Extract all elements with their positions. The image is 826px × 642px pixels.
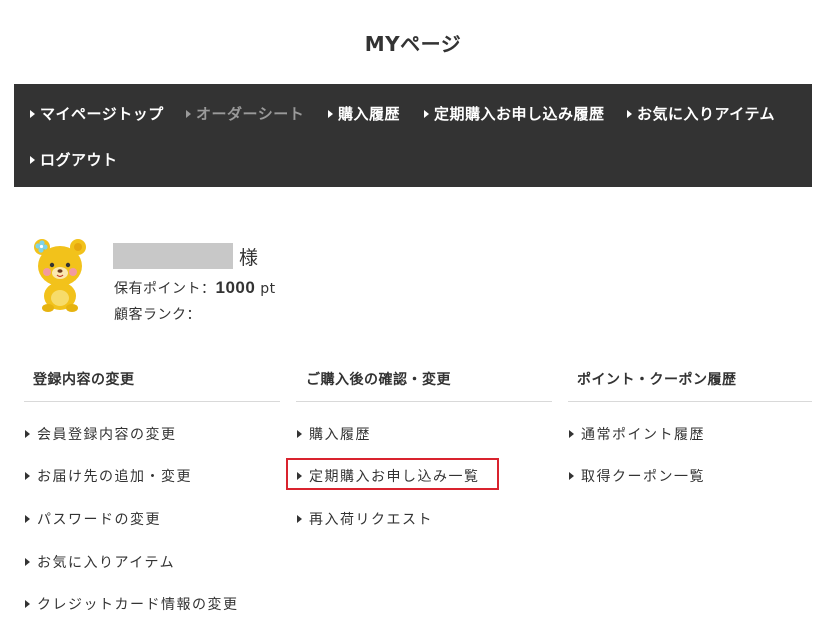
points-unit: pt xyxy=(260,281,276,297)
link-password-change[interactable]: パスワードの変更 xyxy=(25,509,161,529)
nav-subscription-history[interactable]: 定期購入お申し込み履歴 xyxy=(424,103,605,124)
customer-name-redacted xyxy=(113,243,233,269)
nav-order-sheet[interactable]: オーダーシート xyxy=(186,103,304,124)
link-favorite-items[interactable]: お気に入りアイテム xyxy=(25,552,175,572)
nav-label: マイページトップ xyxy=(40,105,164,123)
name-honorific: 様 xyxy=(239,247,259,269)
link-delivery-address[interactable]: お届け先の追加・変更 xyxy=(25,466,192,486)
link-coupon-list[interactable]: 取得クーポン一覧 xyxy=(569,466,705,486)
link-label: クレジットカード情報の変更 xyxy=(37,597,239,613)
nav-label: オーダーシート xyxy=(196,105,305,123)
divider xyxy=(24,401,280,402)
link-label: 購入履歴 xyxy=(309,427,371,443)
triangle-right-icon xyxy=(25,430,30,438)
nav-favorites[interactable]: お気に入りアイテム xyxy=(627,103,775,124)
triangle-right-icon xyxy=(25,558,30,566)
mypage-navbar: マイページトップ オーダーシート 購入履歴 定期購入お申し込み履歴 お気に入りア… xyxy=(14,84,812,187)
triangle-right-icon xyxy=(25,600,30,608)
link-label: パスワードの変更 xyxy=(37,512,161,528)
triangle-right-icon xyxy=(30,110,35,118)
link-label: お届け先の追加・変更 xyxy=(37,469,192,485)
points-value: 1000 xyxy=(215,278,256,297)
nav-logout[interactable]: ログアウト xyxy=(30,149,118,170)
nav-label: 購入履歴 xyxy=(338,105,401,123)
link-label: お気に入りアイテム xyxy=(37,555,176,571)
triangle-right-icon xyxy=(627,110,632,118)
link-purchase-history[interactable]: 購入履歴 xyxy=(297,424,371,444)
points-line: 保有ポイント：1000 pt xyxy=(114,278,276,298)
link-label: 通常ポイント履歴 xyxy=(581,427,705,443)
nav-label: お気に入りアイテム xyxy=(637,105,776,123)
triangle-right-icon xyxy=(328,110,333,118)
triangle-right-icon xyxy=(186,110,191,118)
nav-label: 定期購入お申し込み履歴 xyxy=(434,105,605,123)
triangle-right-icon xyxy=(424,110,429,118)
link-point-history[interactable]: 通常ポイント履歴 xyxy=(569,424,705,444)
divider xyxy=(568,401,812,402)
nav-purchase-history[interactable]: 購入履歴 xyxy=(328,103,400,124)
link-restock-request[interactable]: 再入荷リクエスト xyxy=(297,509,433,529)
link-label: 会員登録内容の変更 xyxy=(37,427,177,443)
triangle-right-icon xyxy=(25,472,30,480)
page-title: MYページ xyxy=(364,32,462,56)
triangle-right-icon xyxy=(569,430,574,438)
triangle-right-icon xyxy=(569,472,574,480)
nav-mypage-top[interactable]: マイページトップ xyxy=(30,103,164,124)
nav-label: ログアウト xyxy=(40,151,118,169)
link-label: 再入荷リクエスト xyxy=(309,512,433,528)
highlight-box xyxy=(286,458,499,490)
triangle-right-icon xyxy=(297,430,302,438)
link-credit-card-change[interactable]: クレジットカード情報の変更 xyxy=(25,594,239,614)
divider xyxy=(296,401,552,402)
heading-after-purchase: ご購入後の確認・変更 xyxy=(306,372,451,388)
triangle-right-icon xyxy=(297,515,302,523)
link-member-info-change[interactable]: 会員登録内容の変更 xyxy=(25,424,177,444)
heading-points-coupons: ポイント・クーポン履歴 xyxy=(577,372,737,388)
rank-label: 顧客ランク： xyxy=(114,307,201,323)
triangle-right-icon xyxy=(25,515,30,523)
heading-registration: 登録内容の変更 xyxy=(33,372,135,388)
bear-avatar-icon xyxy=(34,239,86,312)
points-label: 保有ポイント： xyxy=(114,281,216,297)
link-label: 取得クーポン一覧 xyxy=(581,469,705,485)
triangle-right-icon xyxy=(30,156,35,164)
